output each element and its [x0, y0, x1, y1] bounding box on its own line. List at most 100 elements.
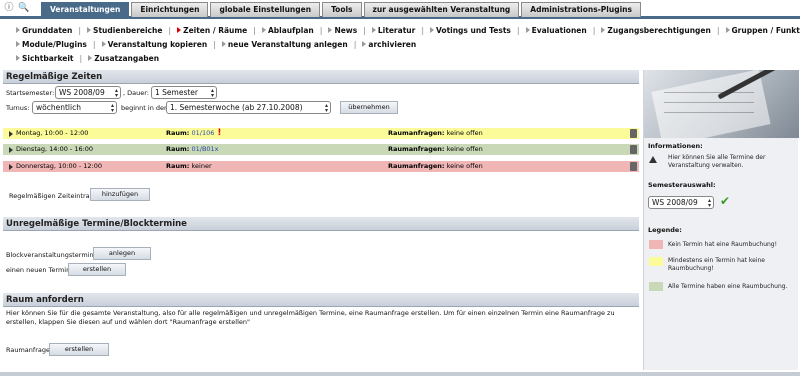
uebernehmen-button[interactable]: übernehmen	[340, 101, 398, 114]
subnav-archivieren[interactable]: archivieren	[362, 40, 416, 49]
table-row[interactable]: Montag, 10:00 - 12:00 Raum: 01/106! Raum…	[3, 128, 639, 139]
anlegen-button[interactable]: anlegen	[93, 247, 151, 260]
raum-value: keiner	[191, 162, 212, 170]
tab-veranstaltungen[interactable]: Veranstaltungen	[41, 2, 130, 17]
trash-icon[interactable]	[630, 129, 637, 138]
arrow-icon	[16, 41, 20, 47]
raumanfrage-erstellen-button[interactable]: erstellen	[49, 343, 109, 356]
info-triangle-icon	[649, 156, 657, 163]
subnav-label: Studienbereiche	[93, 25, 163, 35]
subnav-literatur[interactable]: Literatur	[371, 26, 415, 35]
expand-arrow-icon[interactable]	[9, 131, 13, 137]
sub-navigation: Grunddaten | Studienbereiche | Zeiten / …	[16, 23, 800, 65]
section-title-regular: Regelmäßige Zeiten	[3, 70, 639, 84]
tab-zur-veranstaltung[interactable]: zur ausgewählten Veranstaltung	[363, 2, 520, 17]
tab-einrichtungen[interactable]: Einrichtungen	[131, 2, 209, 17]
divider: |	[79, 53, 83, 63]
arrow-icon	[88, 55, 93, 61]
beginnt-select[interactable]: 1. Semesterwoche (ab 27.10.2008) ▴ ▾	[166, 101, 331, 114]
subnav-grunddaten[interactable]: Grunddaten	[16, 26, 72, 35]
chevron-updown-icon: ▴ ▾	[114, 87, 118, 99]
trash-icon[interactable]	[630, 162, 637, 171]
subnav-ablaufplan[interactable]: Ablaufplan	[261, 25, 314, 35]
calendar-illustration	[644, 70, 799, 138]
divider: |	[319, 25, 323, 35]
subnav-row-2: Module/Plugins | Veranstaltung kopieren …	[16, 37, 796, 51]
table-row[interactable]: Donnerstag, 10:00 - 12:00 Raum: keiner R…	[3, 161, 639, 172]
expand-arrow-icon[interactable]	[9, 147, 13, 153]
warning-icon: !	[217, 128, 222, 138]
raumanfragen-cell: Raumanfragen: keine offen	[388, 128, 483, 139]
subnav-studienbereiche[interactable]: Studienbereiche	[87, 26, 162, 35]
termin-time: Dienstag, 14:00 - 16:00	[16, 145, 94, 153]
tab-globale-einstellungen[interactable]: globale Einstellungen	[210, 2, 321, 17]
expand-arrow-icon[interactable]	[9, 164, 13, 170]
section-title-raum: Raum anfordern	[3, 293, 639, 307]
subnav-evaluationen[interactable]: Evaluationen	[525, 25, 587, 35]
raumanfragen-cell: Raumanfragen: keine offen	[388, 144, 483, 155]
raumanfragen-cell: Raumanfragen: keine offen	[388, 161, 483, 172]
legend-text: Kein Termin hat eine Raumbuchung!	[668, 241, 778, 248]
subnav-veranstaltung-kopieren[interactable]: Veranstaltung kopieren	[101, 39, 208, 49]
paper-line	[664, 92, 754, 93]
subnav-label: Ablaufplan	[267, 25, 314, 35]
subnav-news[interactable]: News	[328, 26, 357, 35]
divider: |	[253, 25, 256, 35]
subnav-sichtbarkeit[interactable]: Sichtbarkeit	[16, 54, 74, 63]
search-icon[interactable]: 🔍	[18, 3, 29, 13]
subnav-zugangsberechtigungen[interactable]: Zugangsberechtigungen	[601, 26, 711, 35]
raumanfragen-label: Raumanfragen:	[388, 129, 445, 137]
hinzufuegen-button[interactable]: hinzufügen	[90, 188, 150, 201]
arrow-icon	[362, 41, 367, 47]
legend-swatch-yellow	[649, 257, 663, 266]
raum-cell: Raum: 01/106!	[166, 128, 221, 139]
semester-title: Semesterauswahl:	[648, 181, 716, 189]
divider: |	[363, 25, 366, 35]
block-label: Blockveranstaltungstermine	[6, 251, 98, 259]
subnav-label: Zeiten / Räume	[183, 25, 248, 35]
table-row[interactable]: Dienstag, 14:00 - 16:00 Raum: 01/B01x Ra…	[3, 144, 639, 155]
raum-link[interactable]: 01/106	[191, 129, 214, 137]
semester-select[interactable]: WS 2008/09 ▴ ▾	[648, 196, 714, 209]
turnus-select[interactable]: wöchentlich ▴ ▾	[32, 101, 117, 114]
subnav-zusatzangaben[interactable]: Zusatzangaben	[88, 54, 159, 63]
raumanfragen-label: Raumanfragen:	[388, 162, 445, 170]
subnav-label: Votings und Tests	[436, 25, 511, 35]
startsemester-label: Startsemester:	[6, 89, 55, 97]
subnav-label: Veranstaltung kopieren	[107, 39, 208, 49]
divider: |	[592, 25, 596, 35]
paper-line	[664, 102, 754, 103]
checkmark-icon[interactable]: ✔	[720, 195, 730, 207]
arrow-icon	[725, 27, 730, 33]
subnav-votings[interactable]: Votings und Tests	[430, 26, 511, 35]
divider: |	[421, 25, 425, 35]
tab-administrations-plugins[interactable]: Administrations-Plugins	[521, 2, 641, 17]
info-sidebar: Informationen: Hier können Sie alle Term…	[643, 70, 799, 370]
top-icons: ⓘ 🔍	[4, 3, 29, 13]
new-termin-label: einen neuen Termin	[6, 266, 71, 274]
subnav-label: Evaluationen	[531, 25, 587, 35]
erstellen-termin-button[interactable]: erstellen	[68, 263, 126, 276]
subnav-row-3: Sichtbarkeit | Zusatzangaben	[16, 51, 796, 65]
subnav-neue-veranstaltung[interactable]: neue Veranstaltung anlegen	[221, 40, 348, 49]
arrow-icon	[177, 27, 182, 33]
dauer-label: , Dauer:	[123, 89, 149, 97]
startsemester-select[interactable]: WS 2008/09 ▴ ▾	[55, 86, 121, 99]
dauer-select[interactable]: 1 Semester ▴ ▾	[151, 86, 217, 99]
subnav-gruppen[interactable]: Gruppen / Funktionen	[725, 25, 800, 35]
termin-time: Donnerstag, 10:00 - 12:00	[16, 162, 103, 170]
raum-link[interactable]: 01/B01x	[191, 145, 218, 153]
raum-label: Raum:	[166, 162, 190, 170]
chevron-updown-icon: ▴ ▾	[324, 102, 328, 114]
semester-value: WS 2008/09	[652, 198, 698, 207]
trash-icon[interactable]	[630, 145, 637, 154]
subnav-module-plugins[interactable]: Module/Plugins	[16, 40, 87, 49]
legend-text: Alle Termine haben eine Raumbuchung.	[668, 283, 788, 290]
subnav-label: Gruppen / Funktionen	[731, 25, 800, 35]
subnav-zeiten-raeume[interactable]: Zeiten / Räume	[177, 26, 247, 35]
bottom-bar	[0, 372, 800, 376]
subnav-label: Sichtbarkeit	[22, 53, 74, 63]
info-icon[interactable]: ⓘ	[4, 3, 14, 13]
raum-description: Hier können Sie für die gesamte Veransta…	[6, 309, 615, 326]
tab-tools[interactable]: Tools	[322, 2, 362, 17]
